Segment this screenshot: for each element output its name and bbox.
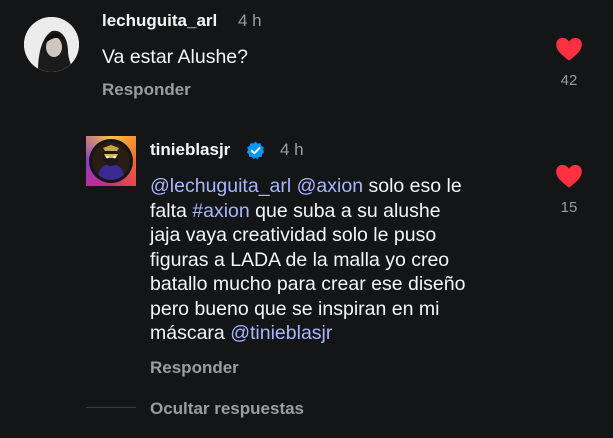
comment-text: @lechuguita_arl @axion solo eso le falta… bbox=[150, 174, 540, 346]
comment-username[interactable]: tinieblasjr bbox=[150, 140, 230, 160]
reply-button[interactable]: Responder bbox=[150, 358, 239, 378]
like-count: 15 bbox=[560, 199, 578, 216]
avatar[interactable] bbox=[24, 17, 79, 72]
hashtag-link[interactable]: #axion bbox=[192, 200, 249, 222]
mention-link[interactable]: @axion bbox=[297, 175, 363, 197]
like-button[interactable] bbox=[555, 163, 583, 194]
heart-icon bbox=[556, 164, 582, 188]
like-count: 42 bbox=[560, 72, 578, 89]
text-line: @lechuguita_arl @axion solo eso le bbox=[150, 174, 540, 199]
reply-button[interactable]: Responder bbox=[102, 80, 191, 100]
comment-time: 4 h bbox=[238, 11, 262, 30]
text-segment: máscara bbox=[150, 322, 231, 344]
comment-text: Va estar Alushe? bbox=[102, 46, 248, 68]
text-line: falta #axion que suba a su alushe bbox=[150, 199, 540, 224]
text-line: jaja vaya creatividad solo le puso bbox=[150, 224, 437, 246]
verified-icon bbox=[246, 141, 265, 160]
text-line: pero bueno que se inspiran en mi bbox=[150, 297, 440, 320]
avatar-image bbox=[92, 142, 130, 180]
text-segment: que suba a su alushe bbox=[249, 199, 441, 222]
avatar[interactable] bbox=[86, 136, 136, 186]
heart-icon bbox=[556, 37, 582, 61]
divider-line bbox=[86, 407, 136, 408]
like-button[interactable] bbox=[555, 36, 583, 67]
comment-time: 4 h bbox=[280, 140, 304, 159]
text-line: máscara @tinieblasjr bbox=[150, 321, 540, 346]
text-segment: falta bbox=[150, 199, 193, 222]
mention-link[interactable]: @tinieblasjr bbox=[230, 322, 332, 344]
mention-link[interactable]: @lechuguita_arl bbox=[150, 175, 291, 197]
verified-badge bbox=[246, 141, 265, 165]
text-segment: solo eso le bbox=[363, 175, 462, 197]
text-line: batallo mucho para crear ese diseño bbox=[150, 273, 466, 295]
hide-replies-button[interactable]: Ocultar respuestas bbox=[150, 399, 304, 419]
comment-username[interactable]: lechuguita_arl bbox=[102, 11, 217, 31]
avatar-image bbox=[24, 17, 79, 72]
text-line: figuras a LADA de la malla yo creo bbox=[150, 248, 450, 271]
